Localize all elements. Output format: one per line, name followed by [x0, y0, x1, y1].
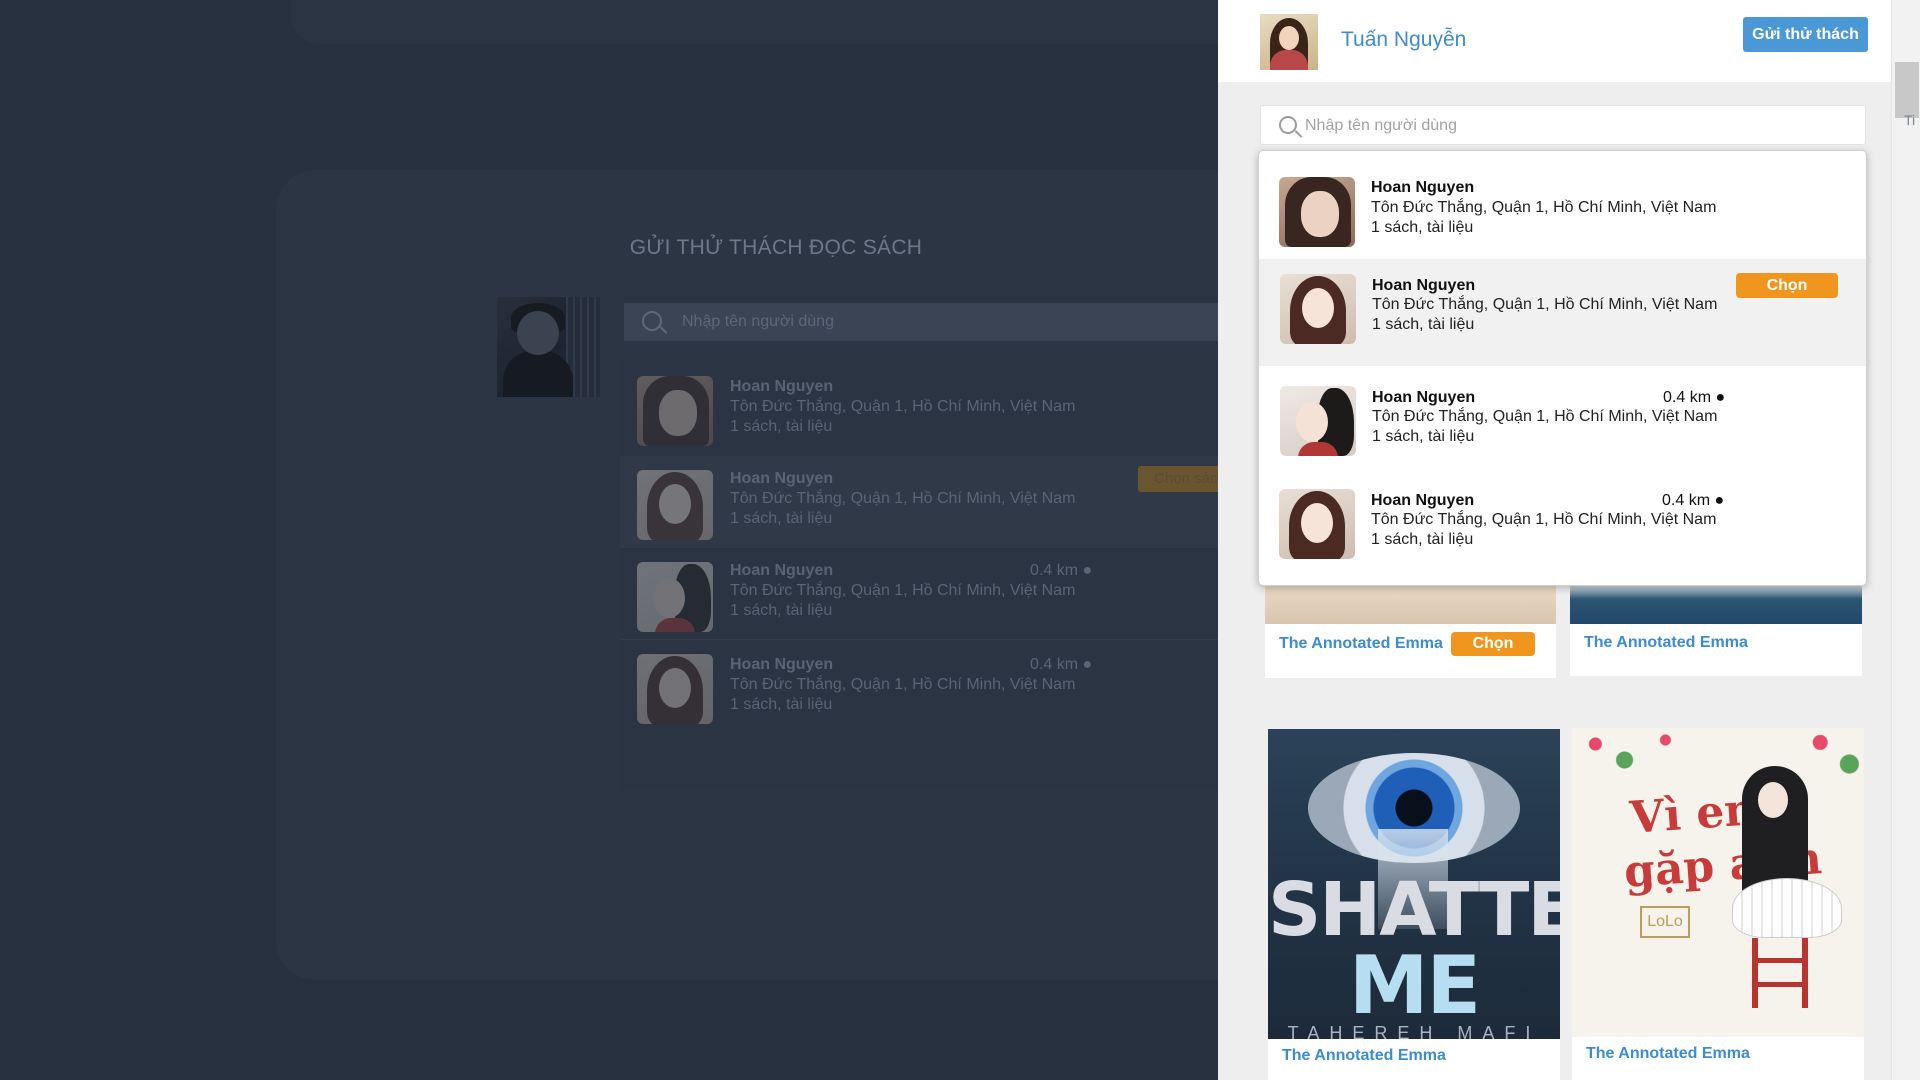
clipped-edge-text: Ti — [1904, 112, 1916, 128]
background-user-row: Hoan Nguyen 0.4 km ● Tôn Đức Thắng, Quận… — [620, 548, 1218, 640]
background-user-list: Hoan Nguyen Tôn Đức Thắng, Quận 1, Hồ Ch… — [620, 360, 1218, 790]
background-modal-title: GỬI THỬ THÁCH ĐỌC SÁCH — [629, 236, 923, 259]
background-overlay: GỬI THỬ THÁCH ĐỌC SÁCH Nhập tên người dù… — [0, 0, 1218, 1080]
avatar — [637, 562, 713, 632]
search-icon — [1279, 116, 1297, 134]
avatar — [637, 470, 713, 540]
book-title[interactable]: The Annotated Emma — [1279, 635, 1443, 653]
choose-book-button[interactable]: Chọn — [1451, 632, 1535, 656]
background-user-avatar — [497, 297, 600, 397]
background-choose-book-button: Chọn sách — [1138, 466, 1218, 492]
avatar — [637, 376, 713, 446]
book-title[interactable]: The Annotated Emma — [1584, 634, 1748, 652]
book-card[interactable]: SHATTER ME TAHEREH MAFI The Annotated Em… — [1268, 729, 1560, 1080]
search-icon — [642, 311, 662, 331]
search-result-row[interactable]: Hoan Nguyen 0.4 km ● Tôn Đức Thắng, Quận… — [1259, 469, 1866, 585]
background-challenge-modal: GỬI THỬ THÁCH ĐỌC SÁCH Nhập tên người dù… — [276, 170, 1218, 980]
avatar — [1280, 274, 1356, 344]
background-user-row: Hoan Nguyen Tôn Đức Thắng, Quận 1, Hồ Ch… — [620, 360, 1218, 470]
user-name-link[interactable]: Tuấn Nguyễn — [1341, 28, 1466, 52]
choose-user-button[interactable]: Chọn — [1736, 273, 1838, 298]
user-avatar[interactable] — [1260, 14, 1318, 70]
book-title[interactable]: The Annotated Emma — [1282, 1047, 1446, 1065]
scrollbar-thumb[interactable] — [1895, 62, 1919, 118]
background-user-row: Hoan Nguyen 0.4 km ● Tôn Đức Thắng, Quận… — [620, 640, 1218, 740]
background-top-card — [290, 0, 1218, 44]
book-card[interactable]: Vì em gặp anh LoLo The Annotated Emma — [1572, 728, 1864, 1080]
search-result-row[interactable]: Hoan Nguyen 0.4 km ● Tôn Đức Thắng, Quận… — [1259, 366, 1866, 469]
book-cover[interactable]: Vì em gặp anh LoLo — [1572, 728, 1864, 1037]
background-search-input: Nhập tên người dùng — [624, 303, 1218, 341]
send-challenge-button[interactable]: Gửi thử thách — [1743, 17, 1868, 52]
user-search-input[interactable] — [1305, 115, 1845, 137]
search-result-row[interactable]: Hoan Nguyen Tôn Đức Thắng, Quận 1, Hồ Ch… — [1259, 259, 1866, 366]
background-user-row: Hoan Nguyen Tôn Đức Thắng, Quận 1, Hồ Ch… — [620, 456, 1218, 548]
user-search-box[interactable] — [1260, 105, 1866, 145]
book-cover[interactable]: SHATTER ME TAHEREH MAFI — [1268, 729, 1560, 1043]
avatar — [1279, 489, 1355, 559]
search-results-dropdown: Hoan Nguyen Tôn Đức Thắng, Quận 1, Hồ Ch… — [1258, 150, 1867, 586]
avatar — [1280, 386, 1356, 456]
avatar — [1279, 177, 1355, 247]
search-result-row[interactable]: Hoan Nguyen Tôn Đức Thắng, Quận 1, Hồ Ch… — [1259, 151, 1866, 259]
book-title[interactable]: The Annotated Emma — [1586, 1045, 1750, 1063]
page-scrollbar[interactable] — [1891, 0, 1920, 1080]
avatar — [637, 654, 713, 724]
panel-header: Tuấn Nguyễn Gửi thử thách — [1218, 0, 1891, 82]
